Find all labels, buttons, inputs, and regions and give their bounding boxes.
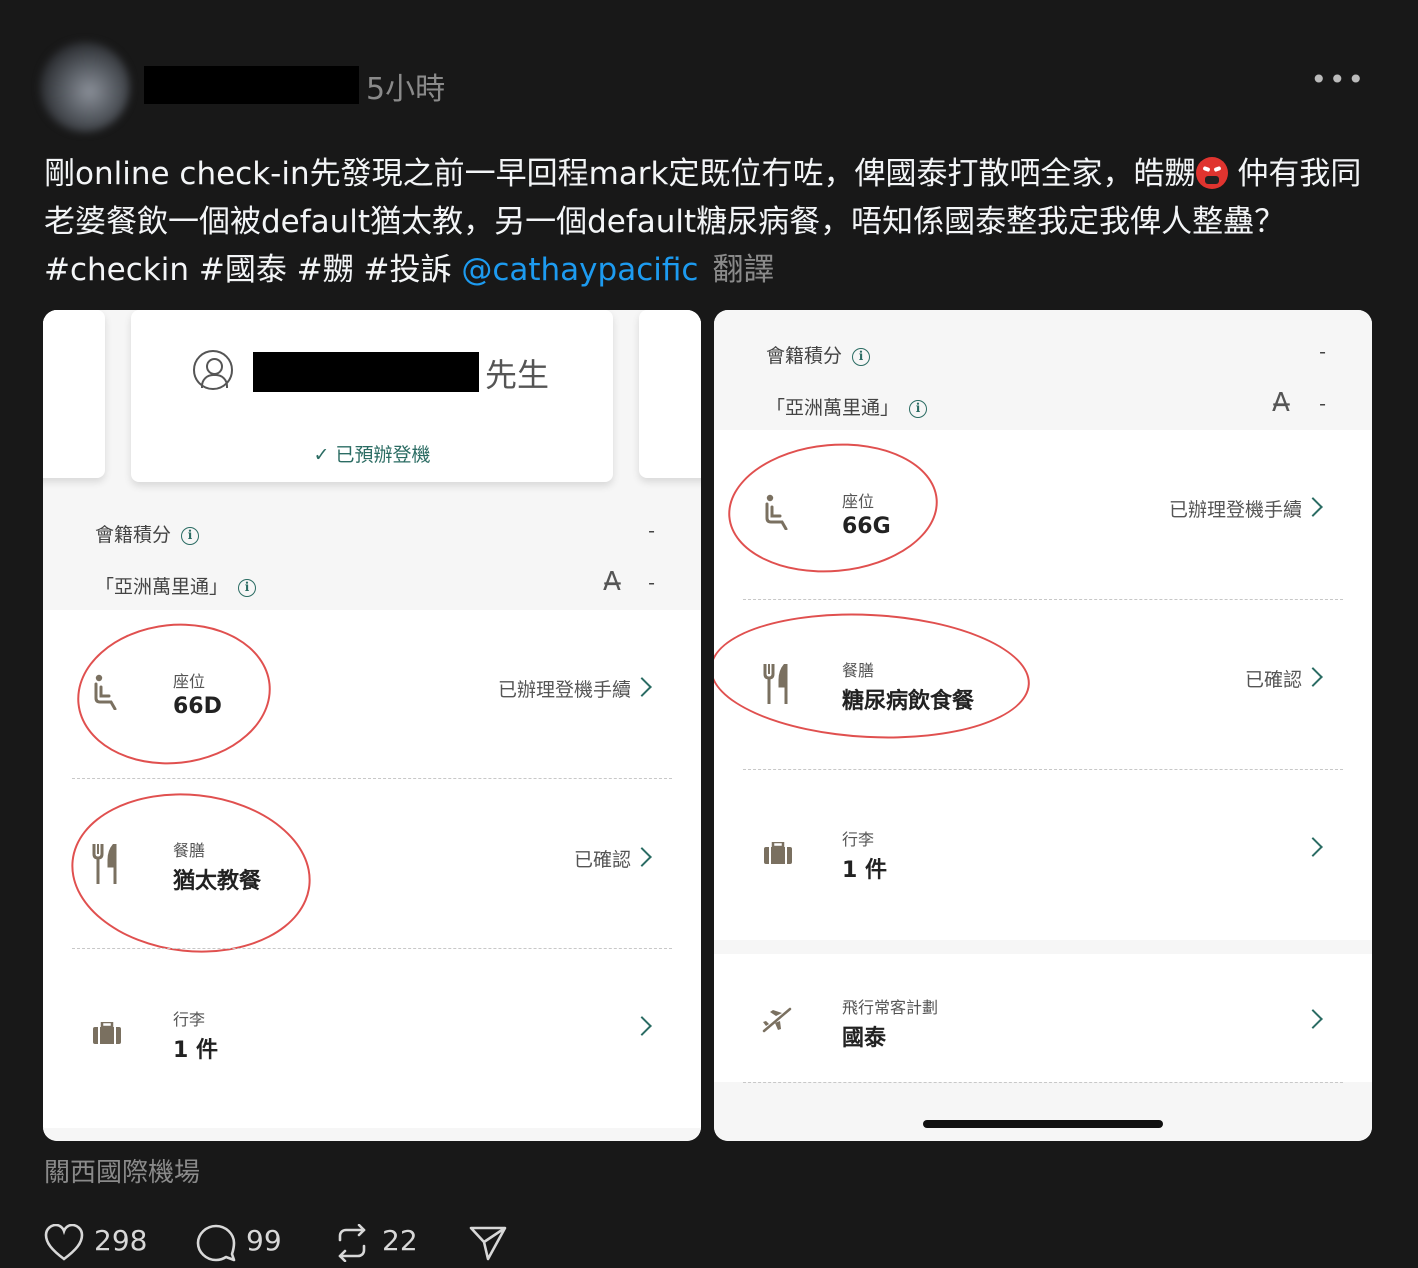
repost-icon xyxy=(338,1224,366,1262)
avatar[interactable] xyxy=(40,42,130,132)
annotation-circle xyxy=(722,435,944,581)
username-redacted xyxy=(144,66,359,104)
seat-status: 已辦理登機手續 xyxy=(1168,499,1302,521)
plane-takeoff-icon xyxy=(762,1007,792,1033)
more-horizontal-icon[interactable]: ••• xyxy=(1310,66,1366,94)
post-body: 剛online check-in先發現之前一早回程mark定既位冇咗，俾國泰打散… xyxy=(44,150,1384,294)
chevron-right-icon xyxy=(632,847,652,867)
baggage-icon xyxy=(764,842,792,864)
divider xyxy=(743,769,1343,770)
divider xyxy=(72,778,672,779)
chevron-right-icon xyxy=(632,1016,652,1036)
asia-miles-label: 「亞洲萬里通」 xyxy=(766,397,900,419)
member-points-label: 會籍積分 xyxy=(766,345,843,367)
baggage-value: 1 件 xyxy=(173,1038,218,1063)
baggage-value: 1 件 xyxy=(842,858,887,883)
meal-status: 已確認 xyxy=(573,849,631,871)
bottom-band xyxy=(714,1082,1372,1141)
seat-status: 已辦理登機手續 xyxy=(497,679,631,701)
annotation-circle xyxy=(70,614,278,774)
baggage-label: 行李 xyxy=(173,1010,206,1029)
translate-link[interactable]: 翻譯 xyxy=(712,252,774,288)
chevron-right-icon xyxy=(632,677,652,697)
attached-image-left[interactable]: 先生 ✓ 已預辦登機 會籍積分 i - 「亞洲萬里通」 i A̶ - 座位 66D … xyxy=(43,310,701,1141)
frequent-flyer-label: 飛行常客計劃 xyxy=(842,998,939,1017)
attached-image-right[interactable]: 會籍積分 i - 「亞洲萬里通」 i A̶ - 座位 66G 已辦理登機手續 餐膳 … xyxy=(714,310,1372,1141)
chevron-right-icon xyxy=(1303,837,1323,857)
meal-status: 已確認 xyxy=(1244,669,1302,691)
comment-count: 99 xyxy=(246,1224,282,1257)
baggage-icon xyxy=(93,1022,121,1044)
chevron-right-icon xyxy=(1303,1009,1323,1029)
divider xyxy=(743,1082,1343,1083)
home-indicator xyxy=(923,1120,1163,1128)
info-icon[interactable]: i xyxy=(181,527,200,545)
location-tag[interactable]: 關西國際機場 xyxy=(44,1152,200,1189)
chevron-right-icon xyxy=(1303,497,1323,517)
passenger-card: 先生 ✓ 已預辦登機 xyxy=(131,310,613,482)
section-gap xyxy=(714,940,1372,954)
post-text-part1: 剛online check-in先發現之前一早回程mark定既位冇咗，俾國泰打散… xyxy=(44,156,1196,192)
person-icon xyxy=(193,350,233,390)
repost-count: 22 xyxy=(382,1224,418,1257)
info-icon[interactable]: i xyxy=(238,579,257,597)
tier-icon: A̶ xyxy=(1272,388,1290,418)
member-points-label: 會籍積分 xyxy=(95,524,172,546)
checked-in-status: ✓ 已預辦登機 xyxy=(313,444,431,466)
like-count: 298 xyxy=(94,1224,148,1257)
info-icon[interactable]: i xyxy=(909,400,928,418)
asia-miles-value: - xyxy=(648,572,655,594)
frequent-flyer-value: 國泰 xyxy=(842,1026,887,1051)
bottom-band xyxy=(43,1128,701,1141)
angry-face-emoji xyxy=(1195,157,1228,189)
action-bar: 298 99 22 xyxy=(44,1222,644,1266)
info-icon[interactable]: i xyxy=(852,348,871,366)
chevron-right-icon xyxy=(1303,667,1323,687)
send-icon xyxy=(469,1226,507,1261)
annotation-circle xyxy=(63,781,319,965)
passenger-title: 先生 xyxy=(485,356,550,394)
divider xyxy=(72,948,672,949)
post-header: 5小時 ••• xyxy=(34,36,1384,132)
post-time: 5小時 xyxy=(366,72,446,107)
next-passenger-card xyxy=(639,310,701,478)
divider xyxy=(743,599,1343,600)
member-points-value: - xyxy=(648,520,655,542)
asia-miles-label: 「亞洲萬里通」 xyxy=(95,576,229,598)
baggage-label: 行李 xyxy=(842,830,875,849)
annotation-circle xyxy=(714,605,1034,747)
mention-link[interactable]: @cathaypacific xyxy=(461,252,698,288)
passenger-name-redacted xyxy=(253,352,479,392)
tier-icon: A̶ xyxy=(603,567,621,597)
comment-icon xyxy=(196,1224,236,1262)
heart-icon xyxy=(44,1224,84,1261)
asia-miles-value: - xyxy=(1319,393,1326,415)
prev-passenger-card xyxy=(43,310,105,478)
member-points-value: - xyxy=(1319,341,1326,363)
